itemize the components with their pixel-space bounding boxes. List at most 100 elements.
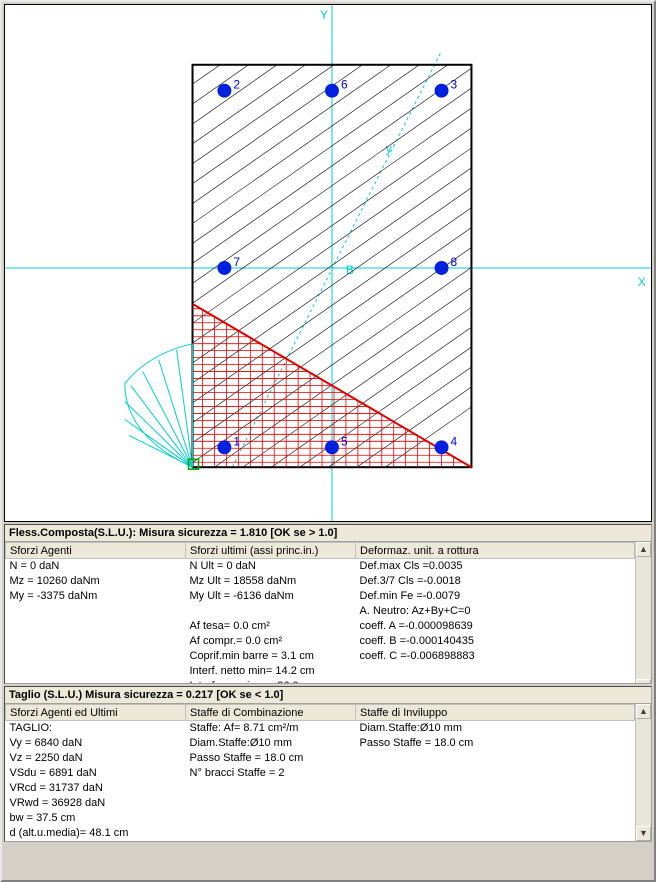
yprime-label: y <box>386 141 392 155</box>
table-cell: bw = 37.5 cm <box>6 811 186 826</box>
table-row: N = 0 daNN Ult = 0 daNDef.max Cls =0.003… <box>6 559 635 574</box>
table-cell: Passo Staffe = 18.0 cm <box>186 751 356 766</box>
rebar-8 <box>435 261 449 275</box>
taglio-col1[interactable]: Staffe di Combinazione <box>186 705 356 721</box>
table-cell: TAGLIO: <box>6 721 186 736</box>
rebar-6 <box>325 84 339 98</box>
table-row: Interf. massimo = 26.0 cm <box>6 679 635 685</box>
table-row: Mz = 10260 daNmMz Ult = 18558 daNmDef.3/… <box>6 574 635 589</box>
table-row: A. Neutro: Az+By+C=0 <box>6 604 635 619</box>
table-cell: VSdu = 6891 daN <box>6 766 186 781</box>
flex-col2[interactable]: Deformaz. unit. a rottura <box>356 543 635 559</box>
table-cell <box>186 781 356 796</box>
table-row: Af tesa= 0.0 cm²coeff. A =-0.000098639 <box>6 619 635 634</box>
table-cell <box>6 619 186 634</box>
table-cell: Coprif.min barre = 3.1 cm <box>186 649 356 664</box>
table-cell: My = -3375 daNm <box>6 589 186 604</box>
scroll-down-icon[interactable]: ▼ <box>636 679 651 685</box>
table-row: TAGLIO:Staffe: Af= 8.71 cm²/mDiam.Staffe… <box>6 721 635 736</box>
table-row: VRcd = 31737 daN <box>6 781 635 796</box>
table-cell <box>186 604 356 619</box>
table-cell <box>6 679 186 685</box>
table-cell: Diam.Staffe:Ø10 mm <box>186 736 356 751</box>
table-cell: VRwd = 36928 daN <box>6 796 186 811</box>
taglio-scrollbar[interactable]: ▲ ▼ <box>635 704 651 841</box>
taglio-panel: Taglio (S.L.U.) Misura sicurezza = 0.217… <box>4 686 652 842</box>
table-cell: Def.max Cls =0.0035 <box>356 559 635 574</box>
table-cell <box>356 796 635 811</box>
table-cell <box>6 634 186 649</box>
table-cell: Af tesa= 0.0 cm² <box>186 619 356 634</box>
table-cell: Interf. massimo = 26.0 cm <box>186 679 356 685</box>
table-cell: My Ult = -6136 daNm <box>186 589 356 604</box>
taglio-col0[interactable]: Sforzi Agenti ed Ultimi <box>6 705 186 721</box>
flex-col1[interactable]: Sforzi ultimi (assi princ.in.) <box>186 543 356 559</box>
table-cell <box>186 811 356 826</box>
rebar-4 <box>435 440 449 454</box>
scroll-down-icon[interactable]: ▼ <box>636 826 651 841</box>
table-row: VRwd = 36928 daN <box>6 796 635 811</box>
rebar-5 <box>325 440 339 454</box>
table-cell <box>186 826 356 841</box>
rebar-label-4: 4 <box>451 434 458 448</box>
table-row: Vz = 2250 daNPasso Staffe = 18.0 cm <box>6 751 635 766</box>
y-axis-label: Y <box>320 8 328 22</box>
rebar-label-6: 6 <box>341 78 348 92</box>
rebar-label-7: 7 <box>233 255 240 269</box>
table-cell <box>356 781 635 796</box>
taglio-col2[interactable]: Staffe di Inviluppo <box>356 705 635 721</box>
flex-scrollbar[interactable]: ▲ ▼ <box>635 542 651 684</box>
flex-col0[interactable]: Sforzi Agenti <box>6 543 186 559</box>
rebar-label-2: 2 <box>233 78 240 92</box>
table-cell: Def.3/7 Cls =-0.0018 <box>356 574 635 589</box>
table-cell: Af compr.= 0.0 cm² <box>186 634 356 649</box>
table-cell <box>356 679 635 685</box>
table-cell: Vz = 2250 daN <box>6 751 186 766</box>
table-cell: Diam.Staffe:Ø10 mm <box>356 721 635 736</box>
table-row: VSdu = 6891 daNN° bracci Staffe = 2 <box>6 766 635 781</box>
rebar-2 <box>217 84 231 98</box>
diagram-svg: X Y y B <box>5 5 651 521</box>
flex-panel-title: Fless.Composta(S.L.U.): Misura sicurezza… <box>5 525 651 542</box>
table-cell <box>356 751 635 766</box>
rebar-label-1: 1 <box>233 434 240 448</box>
table-cell: coeff. C =-0.006898883 <box>356 649 635 664</box>
table-cell <box>356 664 635 679</box>
x-axis-label: X <box>638 275 646 289</box>
table-cell: VRcd = 31737 daN <box>6 781 186 796</box>
rebars: 12345678 <box>217 78 457 455</box>
table-row: Interf. netto min= 14.2 cm <box>6 664 635 679</box>
table-cell: Mz = 10260 daNm <box>6 574 186 589</box>
rebar-3 <box>435 84 449 98</box>
table-cell <box>6 664 186 679</box>
table-cell <box>356 766 635 781</box>
table-row: bw = 37.5 cm <box>6 811 635 826</box>
table-cell <box>6 604 186 619</box>
yprime-axis <box>232 51 441 467</box>
rebar-7 <box>217 261 231 275</box>
taglio-panel-title: Taglio (S.L.U.) Misura sicurezza = 0.217… <box>5 687 651 704</box>
table-cell: N Ult = 0 daN <box>186 559 356 574</box>
scroll-up-icon[interactable]: ▲ <box>636 542 651 557</box>
table-cell <box>356 826 635 841</box>
stress-fan <box>125 344 193 468</box>
table-cell: Def.min Fe =-0.0079 <box>356 589 635 604</box>
flex-table: Sforzi Agenti Sforzi ultimi (assi princ.… <box>5 542 635 684</box>
table-cell: Mz Ult = 18558 daNm <box>186 574 356 589</box>
table-row: Coprif.min barre = 3.1 cmcoeff. C =-0.00… <box>6 649 635 664</box>
table-cell: Vy = 6840 daN <box>6 736 186 751</box>
rebar-1 <box>217 440 231 454</box>
scroll-up-icon[interactable]: ▲ <box>636 704 651 719</box>
table-cell <box>356 811 635 826</box>
table-cell: N = 0 daN <box>6 559 186 574</box>
table-cell <box>186 796 356 811</box>
table-cell: A. Neutro: Az+By+C=0 <box>356 604 635 619</box>
table-row: d (alt.u.media)= 48.1 cm <box>6 826 635 841</box>
table-row: My = -3375 daNmMy Ult = -6136 daNmDef.mi… <box>6 589 635 604</box>
table-cell: d (alt.u.media)= 48.1 cm <box>6 826 186 841</box>
table-row: Vy = 6840 daNDiam.Staffe:Ø10 mmPasso Sta… <box>6 736 635 751</box>
table-cell: Interf. netto min= 14.2 cm <box>186 664 356 679</box>
flex-panel: Fless.Composta(S.L.U.): Misura sicurezza… <box>4 524 652 684</box>
rebar-label-5: 5 <box>341 434 348 448</box>
rebar-label-3: 3 <box>451 78 458 92</box>
